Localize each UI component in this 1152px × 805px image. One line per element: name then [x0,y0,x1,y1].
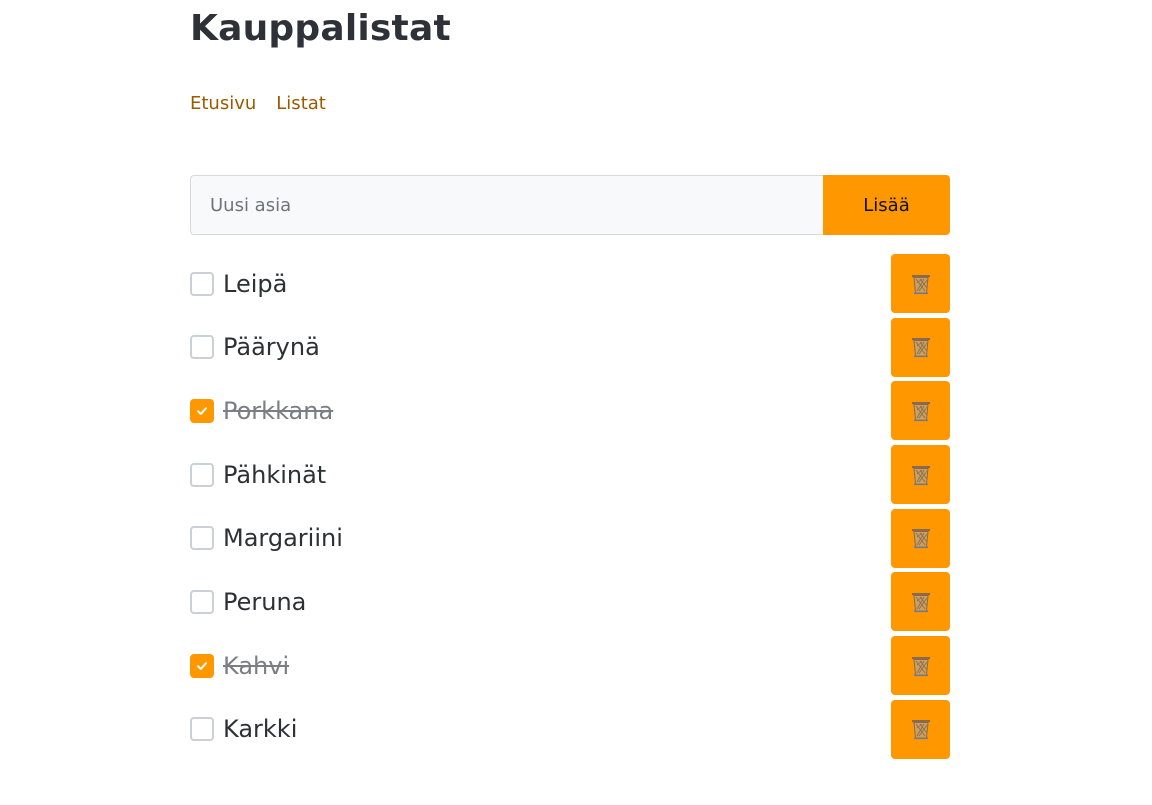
item-checkbox[interactable] [190,526,214,551]
item-label: Peruna [223,587,307,616]
trash-basket-icon [911,273,931,295]
nav-link-listat[interactable]: Listat [276,93,326,114]
new-item-input[interactable] [190,175,823,235]
delete-item-button[interactable] [891,317,950,377]
delete-item-button[interactable] [891,445,950,505]
trash-basket-icon [911,527,931,549]
delete-item-button[interactable] [891,636,950,696]
list-item: Peruna [190,572,950,632]
item-checkbox[interactable] [190,653,214,678]
trash-basket-icon [911,400,931,422]
item-checkbox[interactable] [190,335,214,360]
item-label: Porkkana [223,396,334,425]
delete-item-button[interactable] [891,508,950,568]
trash-basket-icon [911,336,931,358]
item-checkbox[interactable] [190,398,214,423]
list-item: Päärynä [190,317,950,377]
list-item: Margariini [190,508,950,568]
add-item-form: Lisää [190,175,950,235]
item-checkbox[interactable] [190,462,214,487]
delete-item-button[interactable] [891,699,950,759]
trash-basket-icon [911,718,931,740]
item-label: Karkki [223,715,298,744]
delete-item-button[interactable] [891,572,950,632]
nav-link-etusivu[interactable]: Etusivu [190,93,256,114]
item-label: Leipä [223,269,288,298]
list-item: Leipä [190,254,950,313]
item-checkbox[interactable] [190,271,214,296]
item-label: Margariini [223,524,343,553]
list-item: Karkki [190,699,950,759]
checkmark-icon [197,661,207,670]
delete-item-button[interactable] [891,254,950,313]
list-item: Kahvi [190,636,950,696]
checkmark-icon [197,407,207,415]
trash-basket-icon [911,655,931,677]
shopping-list: Leipä Päärynä Porkkana Pähkinät Margariini Pe… [190,254,950,764]
trash-basket-icon [911,464,931,486]
add-item-button[interactable]: Lisää [823,175,950,235]
item-checkbox[interactable] [190,589,214,614]
list-item: Porkkana [190,381,950,441]
item-checkbox[interactable] [190,717,214,742]
item-label: Pähkinät [223,460,327,489]
delete-item-button[interactable] [891,381,950,441]
item-label: Päärynä [223,333,320,362]
list-item: Pähkinät [190,445,950,505]
page: Kauppalistat Etusivu Listat Lisää Leipä P… [0,0,1152,805]
page-title: Kauppalistat [190,8,451,49]
item-label: Kahvi [223,651,290,680]
main-nav: Etusivu Listat [190,93,326,114]
trash-basket-icon [911,591,931,613]
